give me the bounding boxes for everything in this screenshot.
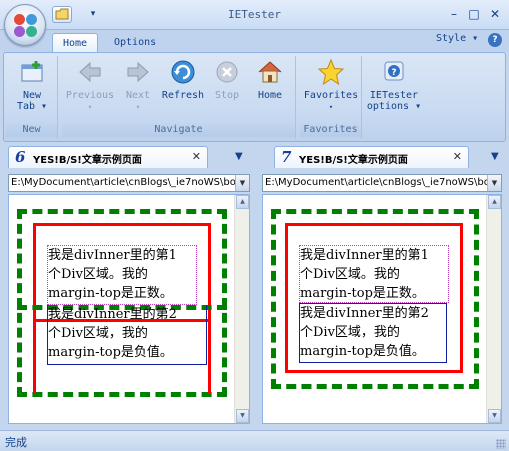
div-inner-2: 我是divInner里的第2 个Div区域，我的 margin-top是负值。 bbox=[47, 305, 207, 365]
group-new: New Tab ▾ New bbox=[6, 56, 58, 139]
refresh-button[interactable]: Refresh bbox=[160, 58, 206, 101]
minimize-button[interactable]: – bbox=[446, 6, 462, 22]
resize-grip-icon[interactable] bbox=[496, 439, 506, 449]
options-icon: ? bbox=[384, 61, 404, 81]
div1-line-2: 个Div区域。我的 bbox=[300, 267, 400, 282]
div-inner-2: 我是divInner里的第2 个Div区域，我的 margin-top是负值。 bbox=[299, 303, 447, 363]
div1-line-1: 我是divInner里的第1 bbox=[300, 248, 429, 263]
pane-right-tabbar: 7 YES!B/S!文章示例页面 ✕ bbox=[260, 146, 505, 168]
tab-home[interactable]: Home bbox=[52, 33, 99, 53]
new-tab-icon bbox=[21, 61, 43, 82]
address-text: E:\MyDocument\article\cnBlogs\_ie7noWS\b… bbox=[11, 177, 240, 188]
ie-version-badge: 6 bbox=[15, 148, 26, 166]
scroll-down-arrow[interactable]: ▼ bbox=[236, 409, 249, 423]
ie-version-badge: 7 bbox=[281, 148, 292, 166]
group-options: ? IETester options ▾ bbox=[366, 56, 422, 139]
orb-green-dot bbox=[26, 26, 37, 37]
home-button[interactable]: Home bbox=[248, 58, 292, 101]
viewport-left: 我是divInner里的第1 个Div区域。我的 margin-top是正数。 … bbox=[8, 194, 250, 424]
style-menu[interactable]: Style ▾ bbox=[436, 33, 478, 44]
scroll-down-arrow[interactable]: ▼ bbox=[488, 409, 501, 423]
pane-left-menu-arrow[interactable]: ▼ bbox=[235, 151, 243, 162]
div2-line-2: 个Div区域，我的 bbox=[48, 326, 148, 341]
window-title: IETester bbox=[228, 8, 281, 21]
options-label-2: options bbox=[366, 101, 410, 112]
tab-options[interactable]: Options bbox=[104, 33, 166, 53]
next-label: Next bbox=[125, 90, 151, 101]
group-new-label: New bbox=[6, 123, 57, 137]
address-dropdown[interactable]: ▼ bbox=[235, 175, 249, 191]
group-favorites: Favorites ▾ Favorites bbox=[300, 56, 362, 139]
div2-line-1: 我是divInner里的第2 bbox=[300, 306, 429, 321]
scroll-up-arrow[interactable]: ▲ bbox=[488, 195, 501, 209]
ribbon: New Tab ▾ New Previous ▾ Next ▾ Refresh … bbox=[3, 52, 506, 142]
office-orb-button[interactable] bbox=[4, 4, 46, 46]
div1-line-1: 我是divInner里的第1 bbox=[48, 248, 177, 263]
stop-button[interactable]: Stop bbox=[208, 58, 246, 101]
title-bar: ▾ IETester – □ ✕ bbox=[0, 0, 509, 30]
favorites-label: Favorites bbox=[303, 90, 359, 101]
back-arrow-icon bbox=[79, 61, 101, 83]
pane-right-menu-arrow[interactable]: ▼ bbox=[491, 151, 499, 162]
close-tab-icon[interactable]: ✕ bbox=[192, 150, 201, 163]
refresh-label: Refresh bbox=[161, 90, 205, 101]
group-navigate-label: Navigate bbox=[62, 123, 295, 137]
ietester-options-button[interactable]: ? IETester options ▾ bbox=[366, 58, 422, 112]
address-text: E:\MyDocument\article\cnBlogs\_ie7noWS\b… bbox=[265, 177, 494, 188]
home-label: Home bbox=[257, 90, 283, 101]
forward-arrow-icon bbox=[127, 61, 149, 83]
orb-blue-dot bbox=[26, 14, 37, 25]
div-inner-1: 我是divInner里的第1 个Div区域。我的 margin-top是正数。 bbox=[299, 245, 449, 303]
refresh-icon bbox=[171, 60, 195, 84]
ribbon-tab-row: Home Options bbox=[0, 30, 509, 53]
tab-ie7[interactable]: 7 YES!B/S!文章示例页面 ✕ bbox=[274, 146, 469, 168]
status-text: 完成 bbox=[5, 436, 27, 449]
div1-line-2: 个Div区域。我的 bbox=[48, 267, 148, 282]
favorites-button[interactable]: Favorites ▾ bbox=[300, 58, 362, 113]
previous-button[interactable]: Previous ▾ bbox=[64, 58, 116, 113]
div2-line-2: 个Div区域，我的 bbox=[300, 325, 400, 340]
vertical-scrollbar[interactable]: ▲ ▼ bbox=[486, 195, 501, 423]
svg-text:?: ? bbox=[391, 68, 396, 78]
stop-icon bbox=[216, 61, 238, 83]
address-dropdown[interactable]: ▼ bbox=[487, 175, 501, 191]
status-bar: 完成 bbox=[0, 430, 509, 451]
stop-label: Stop bbox=[214, 90, 240, 101]
tab-title: YES!B/S!文章示例页面 bbox=[33, 155, 142, 166]
previous-label: Previous bbox=[65, 90, 115, 101]
address-bar-right[interactable]: E:\MyDocument\article\cnBlogs\_ie7noWS\b… bbox=[262, 174, 502, 192]
tab-title: YES!B/S!文章示例页面 bbox=[299, 155, 408, 166]
options-label-1: IETester bbox=[369, 90, 419, 101]
pane-left-tabbar: 6 YES!B/S!文章示例页面 ✕ bbox=[4, 146, 254, 168]
div1-line-3: margin-top是正数。 bbox=[48, 286, 173, 301]
vertical-scrollbar[interactable]: ▲ ▼ bbox=[234, 195, 249, 423]
close-tab-icon[interactable]: ✕ bbox=[453, 150, 462, 163]
div1-line-3: margin-top是正数。 bbox=[300, 286, 425, 301]
new-tab-label-2: Tab bbox=[16, 101, 35, 112]
div-inner-1: 我是divInner里的第1 个Div区域。我的 margin-top是正数。 bbox=[47, 245, 197, 305]
tab-ie6[interactable]: 6 YES!B/S!文章示例页面 ✕ bbox=[8, 146, 208, 168]
orb-red-dot bbox=[14, 14, 25, 25]
group-navigate: Previous ▾ Next ▾ Refresh Stop Home Navi… bbox=[62, 56, 296, 139]
scroll-up-arrow[interactable]: ▲ bbox=[236, 195, 249, 209]
address-bar-left[interactable]: E:\MyDocument\article\cnBlogs\_ie7noWS\b… bbox=[8, 174, 250, 192]
maximize-button[interactable]: □ bbox=[466, 6, 482, 22]
home-icon bbox=[258, 61, 282, 83]
star-icon bbox=[317, 58, 345, 86]
new-tab-button[interactable]: New Tab ▾ bbox=[6, 58, 58, 112]
next-button[interactable]: Next ▾ bbox=[118, 58, 158, 113]
div2-line-3: margin-top是负值。 bbox=[300, 344, 425, 359]
div2-line-1: 我是divInner里的第2 bbox=[48, 307, 177, 322]
orb-purple-dot bbox=[14, 26, 25, 37]
viewport-right: 我是divInner里的第1 个Div区域。我的 margin-top是正数。 … bbox=[262, 194, 502, 424]
help-icon[interactable]: ? bbox=[488, 33, 502, 47]
close-window-button[interactable]: ✕ bbox=[487, 6, 503, 22]
div2-line-3: margin-top是负值。 bbox=[48, 345, 173, 360]
new-tab-label-1: New bbox=[22, 90, 42, 101]
group-favorites-label: Favorites bbox=[300, 123, 361, 137]
